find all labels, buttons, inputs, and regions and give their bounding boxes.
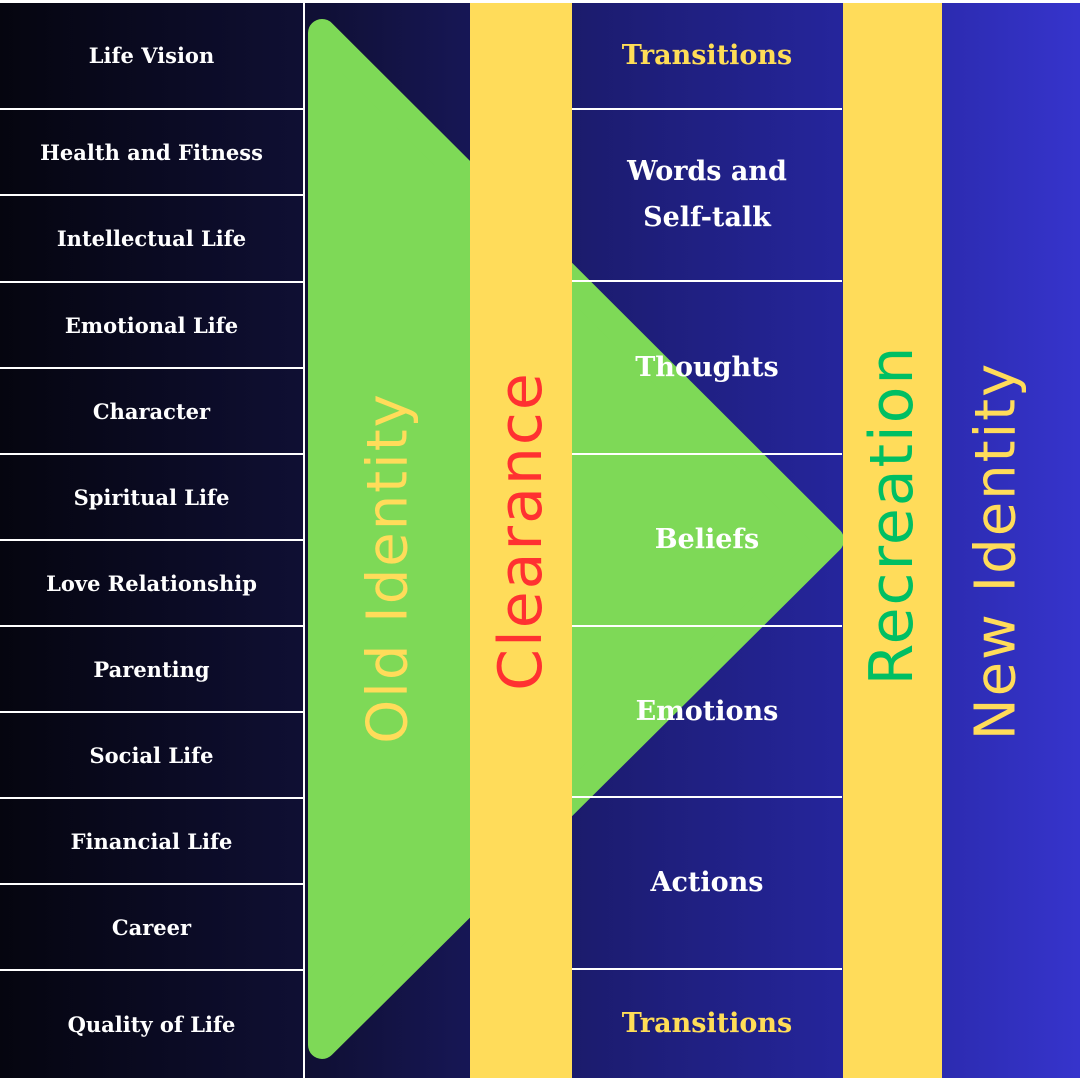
new-identity-label: New Identity xyxy=(963,361,1029,741)
life-area-item: Financial Life xyxy=(0,799,305,885)
layer-item: Actions xyxy=(572,798,842,970)
diagram-canvas: Life Vision Health and Fitness Intellectua… xyxy=(0,3,1080,1078)
layer-item: Transitions xyxy=(621,1008,793,1039)
life-area-item: Love Relationship xyxy=(0,541,305,627)
life-area-item: Parenting xyxy=(0,627,305,713)
life-area-item: Health and Fitness xyxy=(0,110,305,196)
layer-item: Beliefs xyxy=(572,455,842,627)
layer-item: Emotions xyxy=(572,627,842,798)
life-area-item: Social Life xyxy=(0,713,305,799)
life-area-item: Character xyxy=(0,369,305,455)
layer-item: Transitions xyxy=(572,3,842,110)
layer-item: Thoughts xyxy=(572,282,842,455)
life-area-item: Career xyxy=(0,885,305,971)
layer-item: Words and Self-talk xyxy=(572,110,842,282)
life-area-item: Emotional Life xyxy=(0,283,305,369)
life-area-item: Spiritual Life xyxy=(0,455,305,541)
old-identity-label: Old Identity xyxy=(355,392,421,744)
clearance-label: Clearance xyxy=(486,371,556,691)
recreation-label: Recreation xyxy=(857,344,927,686)
life-area-item: Quality of Life xyxy=(0,971,305,1078)
life-area-item: Intellectual Life xyxy=(0,196,305,283)
life-area-item: Life Vision xyxy=(0,3,305,110)
